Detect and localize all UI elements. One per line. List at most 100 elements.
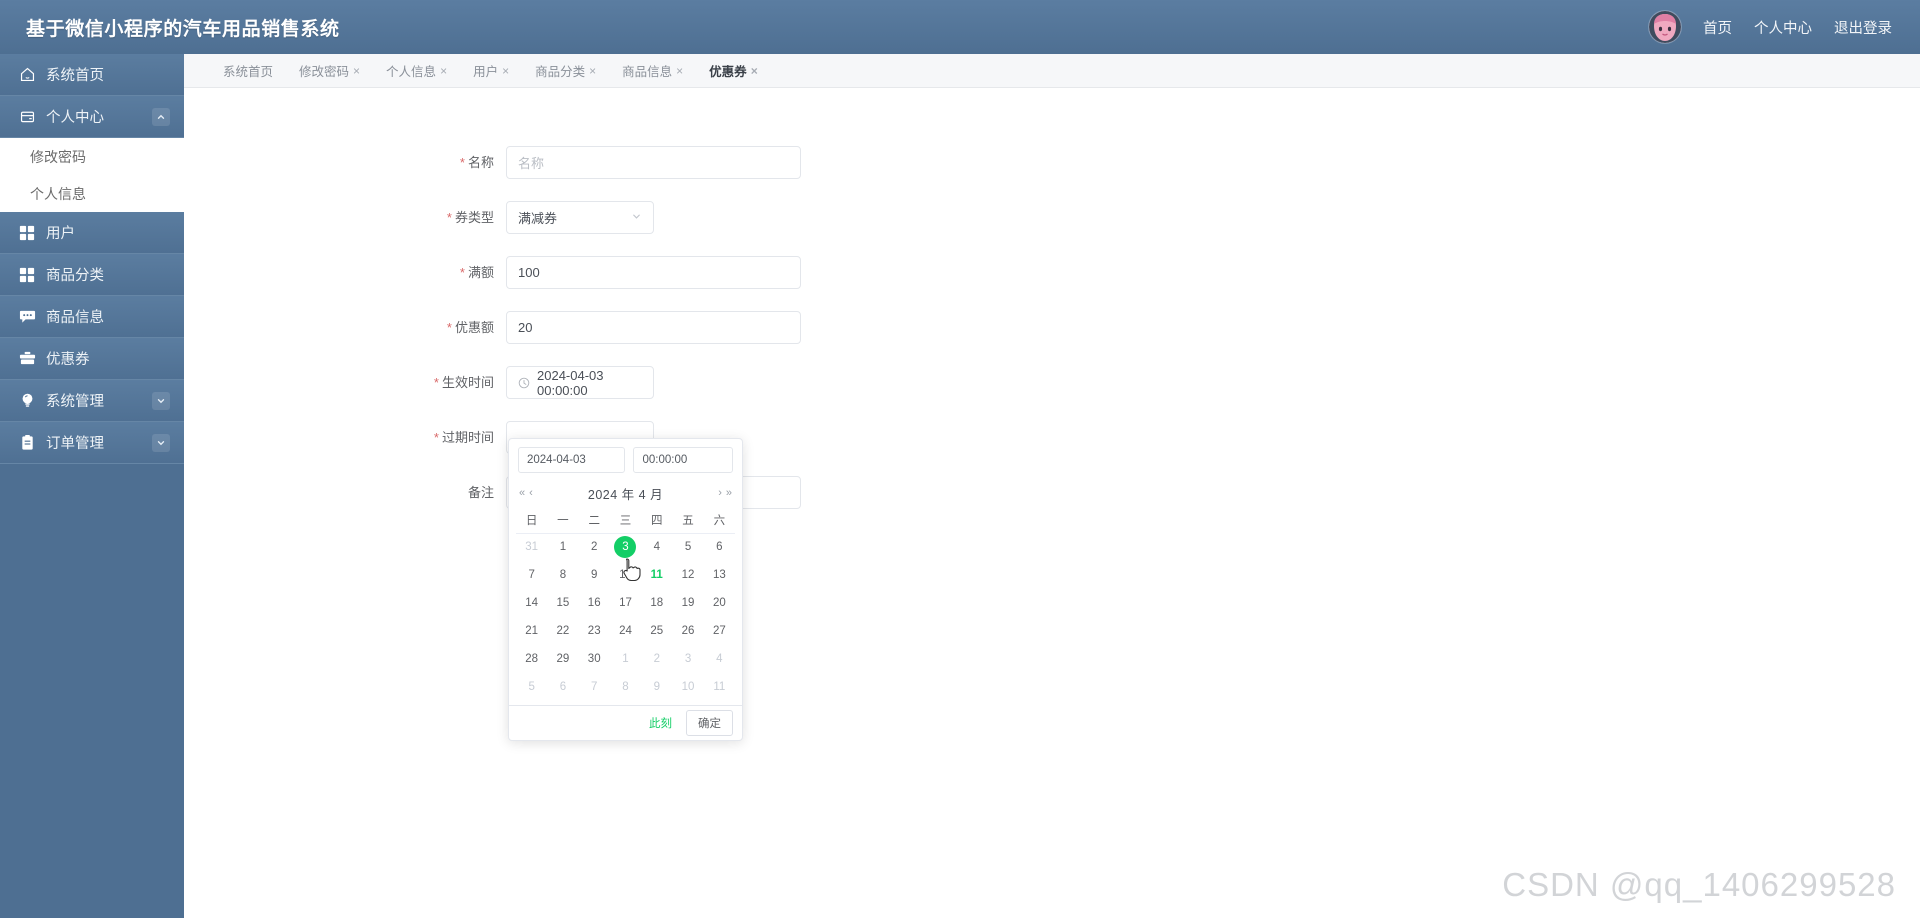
sidebar-item-order-management[interactable]: 订单管理 xyxy=(0,422,184,464)
close-icon[interactable]: × xyxy=(676,64,683,78)
sidebar-item-user-center[interactable]: 个人中心 xyxy=(0,96,184,138)
day-cell[interactable]: 7 xyxy=(516,561,547,589)
comment-icon xyxy=(18,308,36,326)
day-cell[interactable]: 2 xyxy=(579,533,610,561)
sidebar-item-system-management[interactable]: 系统管理 xyxy=(0,380,184,422)
day-cell[interactable]: 4 xyxy=(704,645,735,673)
day-cell[interactable]: 26 xyxy=(672,617,703,645)
day-cell[interactable]: 10 xyxy=(672,673,703,701)
next-year-icon[interactable]: » xyxy=(726,487,732,499)
datepicker-inputs: 2024-04-03 00:00:00 xyxy=(509,439,742,475)
close-icon[interactable]: × xyxy=(502,64,509,78)
datepicker-prev-nav[interactable]: « ‹ xyxy=(519,487,549,499)
tab-product-info[interactable]: 商品信息 × xyxy=(609,54,696,88)
day-cell[interactable]: 12 xyxy=(672,561,703,589)
day-cell[interactable]: 20 xyxy=(704,589,735,617)
sidebar-item-system-home[interactable]: 系统首页 xyxy=(0,54,184,96)
datepicker-next-nav[interactable]: › » xyxy=(702,487,732,499)
day-value: 10 xyxy=(619,569,632,581)
sidebar-subitem-profile[interactable]: 个人信息 xyxy=(0,175,184,212)
select-value: 满减券 xyxy=(518,211,558,226)
tab-coupon[interactable]: 优惠券 × xyxy=(696,54,771,88)
input-full-amount[interactable]: 100 xyxy=(506,256,801,289)
sidebar-item-users[interactable]: 用户 xyxy=(0,212,184,254)
next-month-icon[interactable]: › xyxy=(718,487,722,499)
sidebar-item-coupon[interactable]: 优惠券 xyxy=(0,338,184,380)
required-asterisk: * xyxy=(433,375,439,390)
day-cell[interactable]: 8 xyxy=(547,561,578,589)
app-root: 基于微信小程序的汽车用品销售系统 首页 个人中心 退出登录 系统首页 个人中心 … xyxy=(0,0,1920,918)
day-cell[interactable]: 16 xyxy=(579,589,610,617)
day-cell-selected[interactable]: 3 xyxy=(610,533,641,561)
close-icon[interactable]: × xyxy=(589,64,596,78)
day-cell[interactable]: 6 xyxy=(547,673,578,701)
day-cell[interactable]: 9 xyxy=(579,561,610,589)
day-cell[interactable]: 8 xyxy=(610,673,641,701)
sidebar-item-product-info[interactable]: 商品信息 xyxy=(0,296,184,338)
tab-system-home[interactable]: 系统首页 xyxy=(210,54,286,88)
header-link-logout[interactable]: 退出登录 xyxy=(1834,17,1892,38)
day-value: 16 xyxy=(587,597,601,609)
day-value: 23 xyxy=(587,625,601,637)
day-cell[interactable]: 24 xyxy=(610,617,641,645)
day-cell[interactable]: 1 xyxy=(610,645,641,673)
close-icon[interactable]: × xyxy=(751,64,758,78)
header-link-user-center[interactable]: 个人中心 xyxy=(1754,17,1812,38)
header-link-home[interactable]: 首页 xyxy=(1703,17,1732,38)
weekday-header: 四 xyxy=(651,514,663,527)
day-cell[interactable]: 17 xyxy=(610,589,641,617)
day-cell[interactable]: 15 xyxy=(547,589,578,617)
day-cell[interactable]: 21 xyxy=(516,617,547,645)
day-cell[interactable]: 28 xyxy=(516,645,547,673)
day-cell[interactable]: 14 xyxy=(516,589,547,617)
close-icon[interactable]: × xyxy=(353,64,360,78)
chevron-down-icon[interactable] xyxy=(152,433,170,452)
close-icon[interactable]: × xyxy=(440,64,447,78)
sidebar-item-product-category[interactable]: 商品分类 xyxy=(0,254,184,296)
tab-change-password[interactable]: 修改密码 × xyxy=(286,54,373,88)
tab-users[interactable]: 用户 × xyxy=(460,54,522,88)
input-name[interactable]: 名称 xyxy=(506,146,801,179)
chevron-up-icon[interactable] xyxy=(152,107,170,126)
prev-month-icon[interactable]: ‹ xyxy=(529,487,533,499)
day-cell[interactable]: 23 xyxy=(579,617,610,645)
day-cell[interactable]: 6 xyxy=(704,533,735,561)
day-cell[interactable]: 18 xyxy=(641,589,672,617)
day-cell[interactable]: 2 xyxy=(641,645,672,673)
tab-profile[interactable]: 个人信息 × xyxy=(373,54,460,88)
day-cell[interactable]: 22 xyxy=(547,617,578,645)
select-coupon-type[interactable]: 满减券 xyxy=(506,201,654,234)
sidebar-subitem-change-password[interactable]: 修改密码 xyxy=(0,138,184,175)
day-cell[interactable]: 13 xyxy=(704,561,735,589)
sidebar-label: 商品信息 xyxy=(46,310,104,326)
datepicker-date-input[interactable]: 2024-04-03 xyxy=(518,447,626,473)
day-cell[interactable]: 10 xyxy=(610,561,641,589)
day-cell[interactable]: 1 xyxy=(547,533,578,561)
chevron-down-icon[interactable] xyxy=(152,391,170,410)
day-cell[interactable]: 27 xyxy=(704,617,735,645)
day-cell[interactable]: 9 xyxy=(641,673,672,701)
required-asterisk: * xyxy=(446,210,452,225)
day-cell[interactable]: 19 xyxy=(672,589,703,617)
top-header: 基于微信小程序的汽车用品销售系统 首页 个人中心 退出登录 xyxy=(0,0,1920,54)
day-cell[interactable]: 5 xyxy=(672,533,703,561)
day-cell[interactable]: 4 xyxy=(641,533,672,561)
day-cell[interactable]: 29 xyxy=(547,645,578,673)
day-cell-today[interactable]: 11 xyxy=(641,561,672,589)
day-cell[interactable]: 30 xyxy=(579,645,610,673)
day-cell[interactable]: 25 xyxy=(641,617,672,645)
day-cell[interactable]: 31 xyxy=(516,533,547,561)
day-cell[interactable]: 3 xyxy=(672,645,703,673)
prev-year-icon[interactable]: « xyxy=(519,487,525,499)
day-cell[interactable]: 5 xyxy=(516,673,547,701)
datepicker-now-button[interactable]: 此刻 xyxy=(643,712,678,734)
day-cell[interactable]: 7 xyxy=(579,673,610,701)
avatar[interactable] xyxy=(1649,11,1681,43)
day-cell[interactable]: 11 xyxy=(704,673,735,701)
input-discount-amount[interactable]: 20 xyxy=(506,311,801,344)
datepicker-confirm-button[interactable]: 确定 xyxy=(686,710,733,736)
label-text: 优惠额 xyxy=(454,320,494,335)
input-effective-time[interactable]: 2024-04-03 00:00:00 xyxy=(506,366,654,399)
tab-product-category[interactable]: 商品分类 × xyxy=(522,54,609,88)
datepicker-time-input[interactable]: 00:00:00 xyxy=(633,447,733,473)
